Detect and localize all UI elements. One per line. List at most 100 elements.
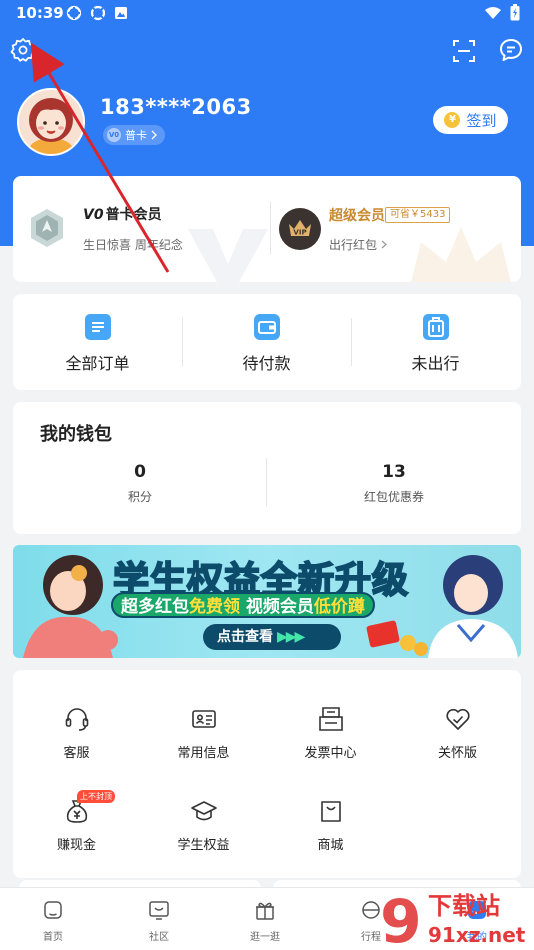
all-orders-button[interactable]: 全部订单 — [13, 294, 182, 390]
coupons-label: 红包优惠券 — [363, 490, 424, 504]
nav-label: 社区 — [149, 932, 169, 943]
banner-sub-part2: 免费领 — [189, 597, 240, 617]
crown-watermark-decoration — [411, 227, 511, 282]
service-invoice-center[interactable]: 发票中心 — [267, 704, 394, 761]
normal-member-subtitle: 生日惊喜 周年纪念 — [83, 238, 183, 252]
heart-check-icon — [443, 704, 473, 734]
community-icon — [147, 898, 171, 922]
app-notification-icon — [66, 5, 82, 21]
normal-member-title: 普卡会员 — [105, 207, 162, 223]
service-earn-cash[interactable]: 上不封顶 赚现金 — [13, 790, 140, 853]
orders-card: 全部订单 待付款 未出行 — [13, 294, 521, 390]
shopping-bag-icon — [316, 796, 346, 826]
status-notification-icons — [66, 5, 128, 21]
service-label: 学生权益 — [177, 838, 230, 853]
coin-icon: ¥ — [444, 112, 461, 128]
student-benefits-banner[interactable]: 学生权益全新升级 超多红包免费领 视频会员低价蹲 点击查看 ▶▶▶ — [13, 545, 521, 658]
status-system-icons — [484, 4, 520, 21]
nav-label: 逛一逛 — [250, 932, 280, 943]
points-item[interactable]: 0 积分 — [13, 462, 267, 505]
v-watermark-decoration — [188, 229, 268, 282]
wallet-title: 我的钱包 — [40, 424, 112, 445]
super-member-subtitle-row[interactable]: 出行红包 — [329, 236, 387, 253]
wallet-icon — [254, 314, 280, 340]
banner-sub-part3: 视频会员 — [240, 597, 314, 617]
watermark-text-bottom: 91xz.net — [428, 923, 526, 947]
coupons-item[interactable]: 13 红包优惠券 — [267, 462, 521, 505]
all-orders-label: 全部订单 — [65, 354, 130, 373]
avatar-illustration — [19, 90, 83, 154]
service-customer-support[interactable]: 客服 — [13, 704, 140, 761]
wifi-icon — [485, 6, 501, 19]
nav-community[interactable]: 社区 — [106, 898, 212, 943]
service-label: 发票中心 — [304, 746, 357, 761]
service-care-mode[interactable]: 关怀版 — [394, 704, 521, 761]
points-value: 0 — [134, 462, 146, 482]
member-divider — [270, 202, 271, 254]
id-card-icon — [189, 704, 219, 734]
signin-label: 签到 — [466, 111, 497, 130]
not-traveled-label: 未出行 — [411, 354, 460, 373]
banner-view-button[interactable]: 点击查看 ▶▶▶ — [203, 624, 341, 650]
vip-crown-badge-icon: VIP — [279, 208, 321, 250]
user-phone: 183****2063 — [100, 95, 252, 119]
wallet-card: 我的钱包 0 积分 13 红包优惠券 — [13, 402, 521, 534]
graduation-cap-icon — [189, 796, 219, 826]
nav-explore[interactable]: 逛一逛 — [212, 898, 318, 943]
luggage-icon — [423, 314, 449, 340]
site-watermark: 9 下载站 91xz.net — [380, 886, 534, 950]
service-label: 关怀版 — [437, 746, 477, 761]
tier-level-pill[interactable]: V0 普卡 — [103, 125, 165, 145]
membership-card: V0 普卡会员 生日惊喜 周年纪念 VIP 超级会员 可省￥5433 出行红包 — [13, 176, 521, 282]
status-bar: 10:39 — [0, 0, 534, 28]
tier-label: 普卡 — [125, 129, 147, 142]
normal-member-block[interactable]: V0 普卡会员 — [83, 204, 162, 224]
home-icon — [41, 898, 65, 922]
service-common-info[interactable]: 常用信息 — [140, 704, 267, 761]
scan-icon[interactable] — [449, 36, 479, 66]
message-icon[interactable] — [496, 35, 526, 65]
normal-card-medal-icon — [25, 206, 69, 250]
avatar[interactable] — [17, 88, 85, 156]
status-time: 10:39 — [16, 4, 64, 22]
tier-mini-badge: V0 — [107, 128, 121, 142]
service-label: 赚现金 — [56, 838, 96, 853]
gift-icon — [253, 898, 277, 922]
earn-cash-hot-tag: 上不封顶 — [77, 790, 115, 803]
battery-icon — [510, 4, 520, 21]
nav-home[interactable]: 首页 — [0, 898, 106, 943]
services-card: 客服 常用信息 发票中心 关怀版 上不封顶 赚现金 学生权益 商城 — [13, 670, 521, 878]
banner-subtitle: 超多红包免费领 视频会员低价蹲 — [111, 592, 375, 618]
service-mall[interactable]: 商城 — [267, 796, 394, 853]
order-list-icon — [85, 314, 111, 340]
pending-payment-button[interactable]: 待付款 — [182, 294, 351, 390]
app-notification-icon — [90, 5, 106, 21]
save-amount-tag: 可省￥5433 — [385, 207, 451, 223]
super-member-subtitle: 出行红包 — [329, 238, 378, 252]
not-traveled-button[interactable]: 未出行 — [351, 294, 520, 390]
nav-label: 首页 — [43, 932, 63, 943]
signin-button[interactable]: ¥ 签到 — [433, 106, 508, 134]
service-label: 客服 — [63, 746, 90, 761]
service-label: 常用信息 — [177, 746, 230, 761]
watermark-logo: 9 下载站 91xz.net — [380, 887, 526, 950]
chevron-right-icon — [151, 130, 157, 140]
banner-sub-part1: 超多红包 — [121, 597, 189, 617]
banner-sub-part4: 低价蹲 — [313, 597, 365, 617]
coupons-value: 13 — [382, 462, 406, 482]
svg-text:9: 9 — [380, 887, 422, 950]
invoice-icon — [316, 704, 346, 734]
chevron-right-icon — [381, 240, 387, 249]
banner-arrows-icon: ▶▶▶ — [277, 629, 305, 645]
pending-payment-label: 待付款 — [242, 354, 291, 373]
service-student-benefits[interactable]: 学生权益 — [140, 796, 267, 853]
normal-member-mark: V0 — [83, 207, 104, 223]
super-member-title[interactable]: 超级会员 — [329, 205, 385, 225]
banner-button-label: 点击查看 — [217, 629, 273, 645]
image-notification-icon — [115, 7, 127, 19]
points-label: 积分 — [127, 490, 152, 504]
headset-icon — [62, 704, 92, 734]
vip-badge-text: VIP — [293, 229, 306, 237]
watermark-text-top: 下载站 — [428, 892, 500, 920]
settings-gear-icon[interactable] — [8, 35, 38, 65]
